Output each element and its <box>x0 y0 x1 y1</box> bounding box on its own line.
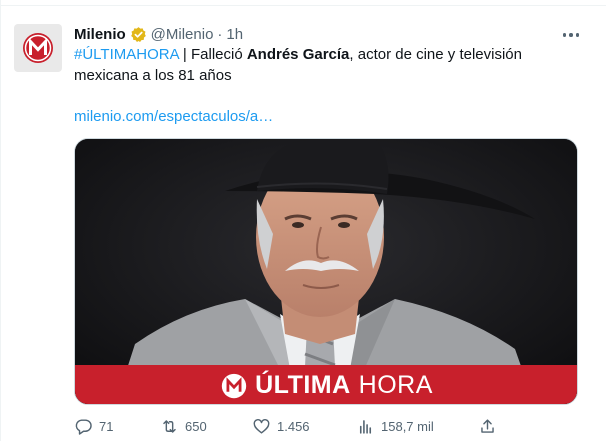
tweet-text-part1: | Falleció <box>178 46 247 63</box>
retweet-icon <box>163 419 176 433</box>
tweet-media-image[interactable]: ÚLTIMA HORA <box>74 138 578 405</box>
like-button[interactable]: 1.456 <box>252 414 310 438</box>
reply-button[interactable]: 71 <box>74 414 113 438</box>
share-icon <box>481 418 494 433</box>
retweet-button[interactable]: 650 <box>160 414 207 438</box>
tweet-text-bold-name: Andrés García <box>246 46 350 63</box>
tweet-text: #ÚLTIMAHORA | Falleció Andrés García, ac… <box>74 44 574 86</box>
verified-badge-icon[interactable] <box>130 26 147 43</box>
author-name[interactable]: Milenio <box>74 26 126 43</box>
timeline-left-border <box>0 0 1 441</box>
share-button[interactable] <box>478 414 497 438</box>
tweet-actions: 71 650 1.456 158,7 mil <box>74 414 514 438</box>
views-button[interactable]: 158,7 mil <box>356 414 434 438</box>
author-handle[interactable]: @Milenio <box>151 26 214 43</box>
banner-title-bold: ÚLTIMA <box>255 371 351 399</box>
like-count: 1.456 <box>277 418 310 434</box>
tweet-header: Milenio @Milenio · 1h <box>74 24 243 44</box>
hashtag-link[interactable]: #ÚLTIMAHORA <box>74 46 179 63</box>
timestamp[interactable]: 1h <box>226 26 243 43</box>
more-icon[interactable] <box>560 26 582 44</box>
views-icon <box>359 419 372 434</box>
separator-dot: · <box>217 25 223 43</box>
article-link[interactable]: milenio.com/espectaculos/a… <box>74 106 273 127</box>
avatar[interactable] <box>14 24 62 72</box>
views-count: 158,7 mil <box>381 418 434 434</box>
retweet-count: 650 <box>185 418 207 434</box>
reply-icon <box>75 418 92 435</box>
ultima-hora-banner: ÚLTIMA HORA <box>75 365 577 404</box>
milenio-logo-icon <box>23 33 53 63</box>
like-icon <box>253 418 270 434</box>
banner-title-light: HORA <box>358 371 433 399</box>
milenio-logo-icon <box>221 373 247 398</box>
reply-count: 71 <box>99 418 114 434</box>
timeline-top-border <box>0 0 606 6</box>
